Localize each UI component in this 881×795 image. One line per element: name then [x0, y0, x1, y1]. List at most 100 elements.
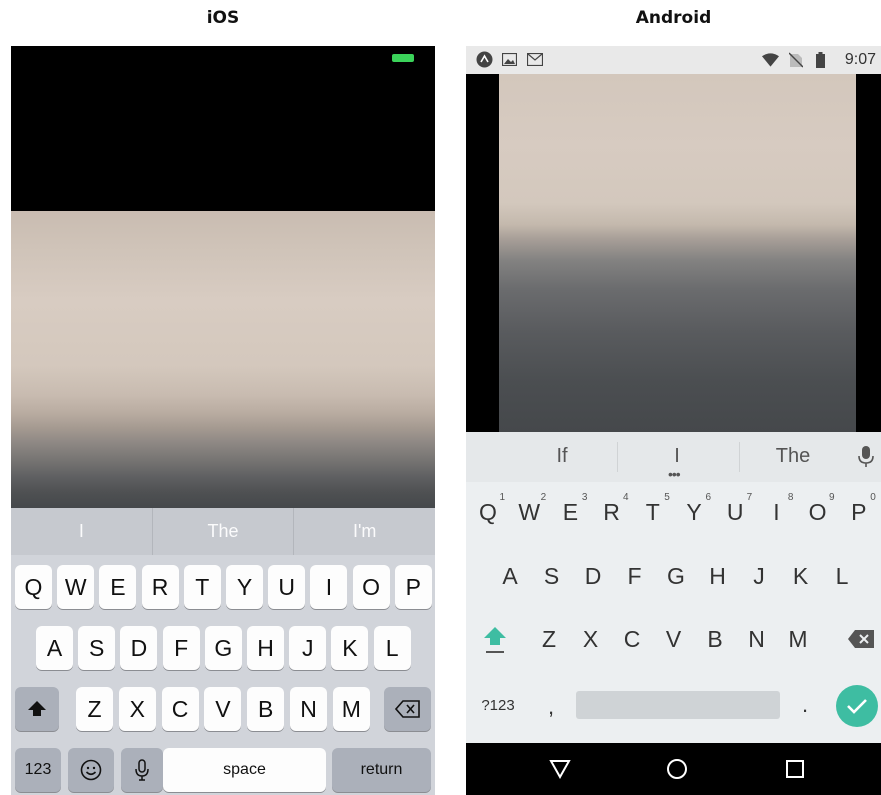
ios-screen: I The I'm QWERTYUIOPASDFGHJKLZXCVBNM 123…: [11, 46, 435, 795]
key-l[interactable]: L: [373, 626, 411, 670]
key-d[interactable]: D: [120, 626, 158, 670]
status-time: 9:07: [844, 51, 876, 68]
shift-key[interactable]: [15, 687, 59, 731]
key-w[interactable]: W: [57, 565, 95, 609]
key-f[interactable]: F: [616, 554, 654, 598]
key-r[interactable]: R: [141, 565, 179, 609]
key-j[interactable]: J: [740, 554, 778, 598]
delete-key[interactable]: [842, 617, 880, 661]
key-f[interactable]: F: [162, 626, 200, 670]
key-k[interactable]: K: [331, 626, 369, 670]
key-a[interactable]: A: [491, 554, 529, 598]
key-y[interactable]: Y: [226, 565, 263, 609]
key-u[interactable]: U7: [716, 490, 754, 534]
key-s[interactable]: S: [78, 626, 116, 670]
key-i[interactable]: I8: [757, 490, 795, 534]
key-e[interactable]: E3: [551, 490, 589, 534]
status-bar: 9:07: [466, 46, 881, 74]
suggestion[interactable]: If: [532, 445, 592, 468]
key-l[interactable]: L: [823, 554, 861, 598]
suggestion[interactable]: I: [11, 508, 153, 555]
key-h[interactable]: H: [247, 626, 284, 670]
key-c[interactable]: C: [613, 617, 651, 661]
return-key[interactable]: return: [332, 748, 431, 792]
more-suggestions[interactable]: •••: [668, 466, 681, 482]
key-label: U: [726, 498, 744, 525]
navigation-bar: [466, 743, 881, 795]
key-b[interactable]: B: [696, 617, 734, 661]
key-label: T: [645, 498, 660, 525]
key-label: Q: [479, 498, 497, 525]
heading-ios: iOS: [206, 8, 240, 28]
space-key[interactable]: [576, 691, 780, 719]
suggestion[interactable]: I: [647, 445, 707, 468]
key-r[interactable]: R4: [593, 490, 631, 534]
period-key[interactable]: .: [786, 683, 824, 727]
key-w[interactable]: W2: [510, 490, 548, 534]
android-keyboard: If I ••• The Q1W2E3R4T5Y6U7I8O9P0ASDFGHJ…: [466, 432, 881, 743]
key-t[interactable]: T5: [634, 490, 672, 534]
key-z[interactable]: Z: [530, 617, 568, 661]
check-icon: [847, 699, 867, 714]
image-notification-icon: [501, 51, 518, 68]
key-d[interactable]: D: [574, 554, 612, 598]
emoji-icon: [80, 759, 102, 781]
key-e[interactable]: E: [99, 565, 137, 609]
key-b[interactable]: B: [247, 687, 285, 731]
suggestion[interactable]: The: [763, 445, 823, 468]
key-hint: 4: [623, 492, 629, 503]
numbers-key[interactable]: 123: [15, 748, 61, 792]
done-key[interactable]: [836, 685, 878, 727]
key-a[interactable]: A: [36, 626, 73, 670]
emoji-key[interactable]: [68, 748, 114, 792]
key-label: E: [562, 498, 579, 525]
space-key[interactable]: space: [163, 748, 326, 792]
key-s[interactable]: S: [533, 554, 571, 598]
suggestion[interactable]: I'm: [294, 508, 435, 555]
recents-icon[interactable]: [783, 757, 807, 781]
key-hint: 3: [581, 492, 588, 503]
key-k[interactable]: K: [782, 554, 820, 598]
key-p[interactable]: P0: [840, 490, 878, 534]
key-i[interactable]: I: [310, 565, 348, 609]
key-y[interactable]: Y6: [675, 490, 713, 534]
key-n[interactable]: N: [290, 687, 327, 731]
key-hint: 2: [540, 492, 547, 503]
key-x[interactable]: X: [118, 687, 156, 731]
key-q[interactable]: Q1: [469, 490, 507, 534]
key-g[interactable]: G: [204, 626, 242, 670]
key-p[interactable]: P: [394, 565, 432, 609]
key-g[interactable]: G: [657, 554, 695, 598]
key-v[interactable]: V: [204, 687, 242, 731]
back-icon[interactable]: [548, 757, 572, 781]
key-v[interactable]: V: [655, 617, 693, 661]
key-o[interactable]: O9: [799, 490, 837, 534]
backspace-icon: [394, 700, 420, 718]
key-u[interactable]: U: [268, 565, 306, 609]
key-label: Y: [686, 498, 702, 525]
key-q[interactable]: Q: [15, 565, 52, 609]
ios-suggestion-bar: I The I'm: [11, 508, 435, 555]
key-c[interactable]: C: [161, 687, 199, 731]
symbols-key[interactable]: ?123: [474, 683, 522, 727]
key-x[interactable]: X: [572, 617, 610, 661]
key-z[interactable]: Z: [76, 687, 113, 731]
key-n[interactable]: N: [738, 617, 776, 661]
delete-key[interactable]: [384, 687, 431, 731]
microphone-icon[interactable]: [858, 445, 874, 474]
key-m[interactable]: M: [779, 617, 817, 661]
android-screen: 9:07 If I ••• The Q1W2E3R4T5Y6U7I8O9P0AS…: [466, 46, 881, 795]
home-icon[interactable]: [665, 757, 689, 781]
shift-key[interactable]: [476, 617, 514, 661]
key-h[interactable]: H: [699, 554, 737, 598]
suggestion[interactable]: The: [153, 508, 295, 555]
key-hint: 0: [870, 492, 876, 503]
key-hint: 6: [705, 492, 711, 503]
key-j[interactable]: J: [289, 626, 327, 670]
comma-key[interactable]: ,: [532, 685, 570, 729]
key-m[interactable]: M: [332, 687, 370, 731]
key-hint: 9: [829, 492, 835, 503]
key-o[interactable]: O: [352, 565, 390, 609]
dictation-key[interactable]: [121, 748, 163, 792]
key-t[interactable]: T: [183, 565, 221, 609]
